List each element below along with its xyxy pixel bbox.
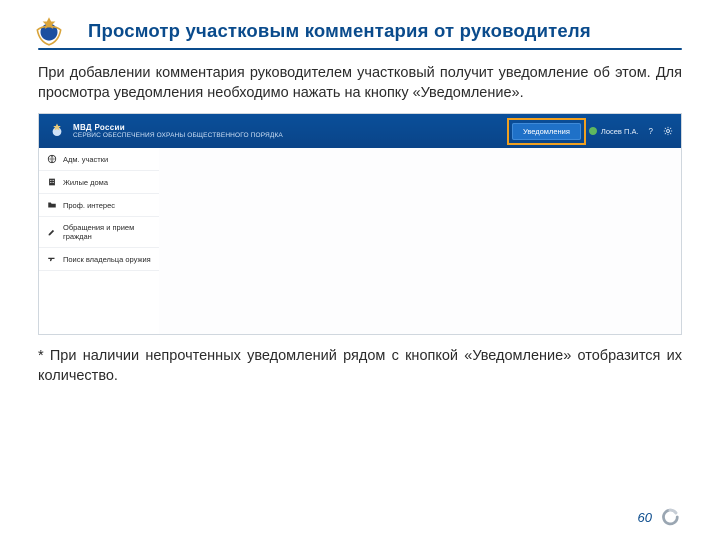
app-emblem-icon: [47, 121, 67, 141]
brand-block: МВД России СЕРВИС ОБЕСПЕЧЕНИЯ ОХРАНЫ ОБЩ…: [73, 124, 283, 139]
sidebar-item-label: Жилые дома: [63, 178, 108, 187]
sidebar-item-houses[interactable]: Жилые дома: [39, 171, 159, 194]
slide-title: Просмотр участковым комментария от руков…: [88, 20, 686, 42]
app-content: [159, 148, 681, 334]
edit-icon: [47, 227, 57, 237]
brand-line1: МВД России: [73, 124, 283, 132]
sidebar-item-label: Обращения и прием граждан: [63, 223, 151, 241]
sidebar-item-weapon[interactable]: Поиск владельца оружия: [39, 248, 159, 271]
sidebar-item-label: Проф. интерес: [63, 201, 115, 210]
folder-icon: [47, 200, 57, 210]
user-name: Лосев П.А.: [601, 127, 639, 136]
sidebar-item-areas[interactable]: Адм. участки: [39, 148, 159, 171]
help-icon[interactable]: ?: [649, 127, 653, 136]
status-dot-icon: [589, 127, 597, 135]
sidebar-item-appeals[interactable]: Обращения и прием граждан: [39, 217, 159, 248]
gun-icon: [47, 254, 57, 264]
user-block[interactable]: Лосев П.А.: [589, 127, 639, 136]
gear-icon[interactable]: [663, 126, 673, 136]
building-icon: [47, 177, 57, 187]
brand-line2: СЕРВИС ОБЕСПЕЧЕНИЯ ОХРАНЫ ОБЩЕСТВЕННОГО …: [73, 132, 283, 139]
notification-wrap: Уведомления: [512, 123, 581, 140]
app-topbar: МВД России СЕРВИС ОБЕСПЕЧЕНИЯ ОХРАНЫ ОБЩ…: [39, 114, 681, 148]
page-number: 60: [638, 510, 652, 525]
sidebar: Адм. участки Жилые дома Проф. интерес Об…: [39, 148, 160, 334]
page-number-wrap: 60: [638, 506, 680, 528]
sidebar-item-prof[interactable]: Проф. интерес: [39, 194, 159, 217]
sidebar-item-label: Поиск владельца оружия: [63, 255, 151, 264]
mvd-emblem-icon: [32, 14, 66, 48]
intro-paragraph: При добавлении комментария руководителем…: [38, 64, 682, 103]
app-screenshot: МВД России СЕРВИС ОБЕСПЕЧЕНИЯ ОХРАНЫ ОБЩ…: [38, 113, 682, 335]
footnote: * При наличии непрочтенных уведомлений р…: [38, 347, 682, 386]
title-divider: [38, 48, 682, 50]
globe-icon: [47, 154, 57, 164]
sidebar-item-label: Адм. участки: [63, 155, 108, 164]
notification-button[interactable]: Уведомления: [512, 123, 581, 140]
swirl-icon: [658, 506, 680, 528]
